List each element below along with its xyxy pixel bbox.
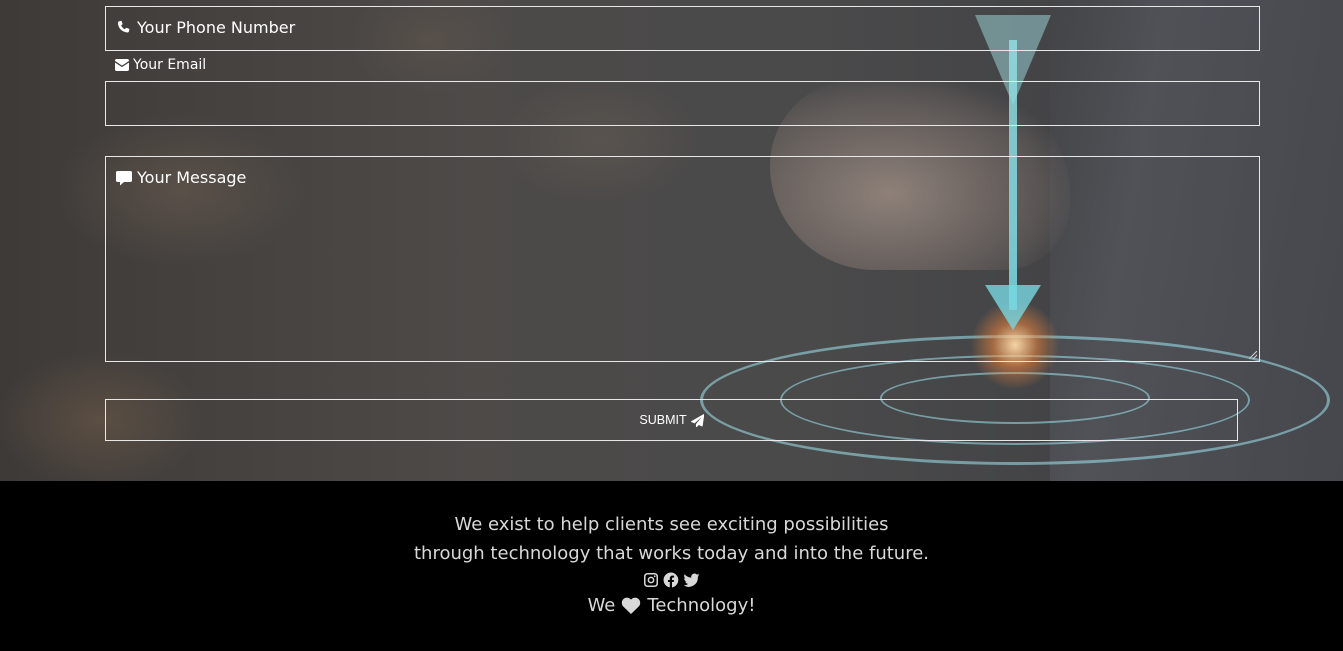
submit-label: SUBMIT [639, 413, 687, 427]
submit-button[interactable]: SUBMIT [105, 399, 1238, 441]
phone-icon [116, 20, 132, 36]
email-label-text: Your Email [133, 57, 207, 73]
phone-placeholder-text: Your Phone Number [137, 18, 296, 37]
footer-tagline: We exist to help clients see exciting po… [0, 481, 1343, 568]
message-placeholder-text: Your Message [137, 168, 247, 187]
phone-input[interactable]: Your Phone Number [105, 6, 1260, 51]
paper-plane-icon [690, 413, 704, 427]
footer-tagline-line2: through technology that works today and … [413, 542, 929, 564]
envelope-icon [115, 59, 129, 71]
phone-placeholder: Your Phone Number [116, 18, 295, 37]
social-links [0, 572, 1343, 590]
email-label: Your Email [115, 57, 206, 73]
email-input[interactable] [105, 81, 1260, 126]
message-placeholder: Your Message [116, 168, 246, 187]
contact-section: Your Phone Number Your Email Your Messag… [0, 0, 1343, 481]
facebook-icon[interactable] [663, 572, 679, 590]
site-footer: We exist to help clients see exciting po… [0, 481, 1343, 651]
instagram-icon[interactable] [643, 572, 659, 590]
comment-icon [116, 170, 132, 186]
message-textarea[interactable]: Your Message [105, 156, 1260, 362]
footer-love-line: We Technology! [0, 595, 1343, 616]
love-prefix: We [587, 595, 616, 616]
love-suffix: Technology! [647, 595, 756, 616]
footer-tagline-line1: We exist to help clients see exciting po… [454, 514, 889, 535]
textarea-resize-handle[interactable] [1249, 351, 1257, 359]
twitter-icon[interactable] [683, 572, 700, 590]
heart-icon [621, 597, 641, 614]
